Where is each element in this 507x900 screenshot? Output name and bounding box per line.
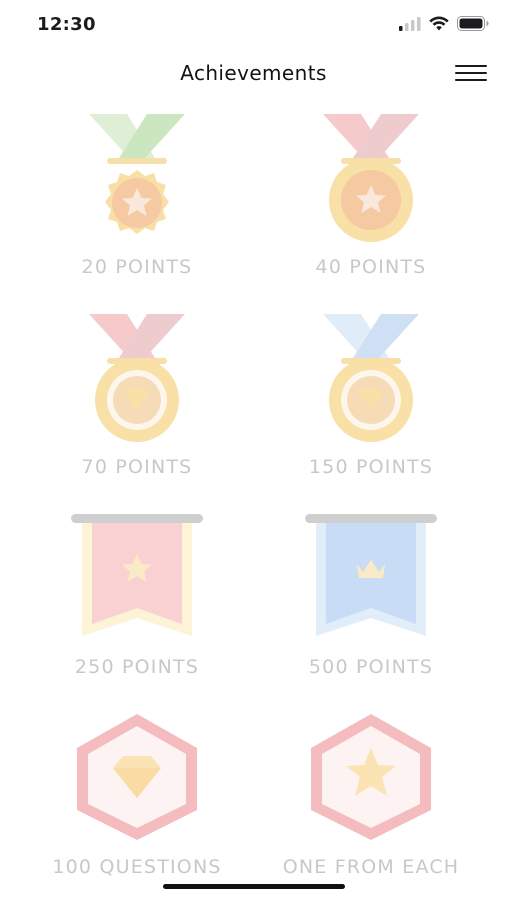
achievement-500-points[interactable]: 500 POINTS (244, 512, 498, 678)
gem-medal-red-ribbon-icon (89, 314, 185, 442)
achievement-label: 40 POINTS (315, 256, 427, 278)
achievement-100-questions[interactable]: 100 QUESTIONS (10, 712, 264, 878)
battery-icon (457, 16, 489, 31)
achievement-label: 250 POINTS (74, 656, 200, 678)
achievement-label: 150 POINTS (308, 456, 434, 478)
achievement-20-points[interactable]: 20 POINTS (10, 114, 264, 278)
achievement-label: ONE FROM EACH (282, 856, 460, 878)
achievement-250-points[interactable]: 250 POINTS (10, 512, 264, 678)
achievement-70-points[interactable]: 70 POINTS (10, 314, 264, 478)
star-medal-red-ribbon-icon (323, 114, 419, 242)
star-medal-green-ribbon-icon (89, 114, 185, 234)
home-indicator[interactable] (163, 884, 345, 889)
gem-hexagon-icon (77, 714, 197, 840)
cellular-signal-icon (399, 16, 421, 31)
achievement-label: 500 POINTS (308, 656, 434, 678)
achievement-150-points[interactable]: 150 POINTS (244, 314, 498, 478)
gem-medal-blue-ribbon-icon (323, 314, 419, 442)
nav-header: Achievements (0, 52, 507, 96)
crown-banner-blue-icon (305, 514, 437, 636)
star-banner-red-icon (71, 514, 203, 636)
page-title: Achievements (180, 61, 327, 85)
achievement-label: 70 POINTS (81, 456, 193, 478)
status-time: 12:30 (37, 14, 96, 35)
achievement-label: 20 POINTS (81, 256, 193, 278)
wifi-icon (429, 16, 449, 31)
status-icons (399, 16, 489, 31)
achievement-label: 100 QUESTIONS (52, 856, 222, 878)
status-bar: 12:30 (0, 0, 507, 52)
hamburger-menu-icon[interactable] (455, 65, 487, 83)
achievement-40-points[interactable]: 40 POINTS (244, 114, 498, 278)
achievement-one-from-each[interactable]: ONE FROM EACH (244, 712, 498, 878)
star-hexagon-icon (311, 714, 431, 840)
